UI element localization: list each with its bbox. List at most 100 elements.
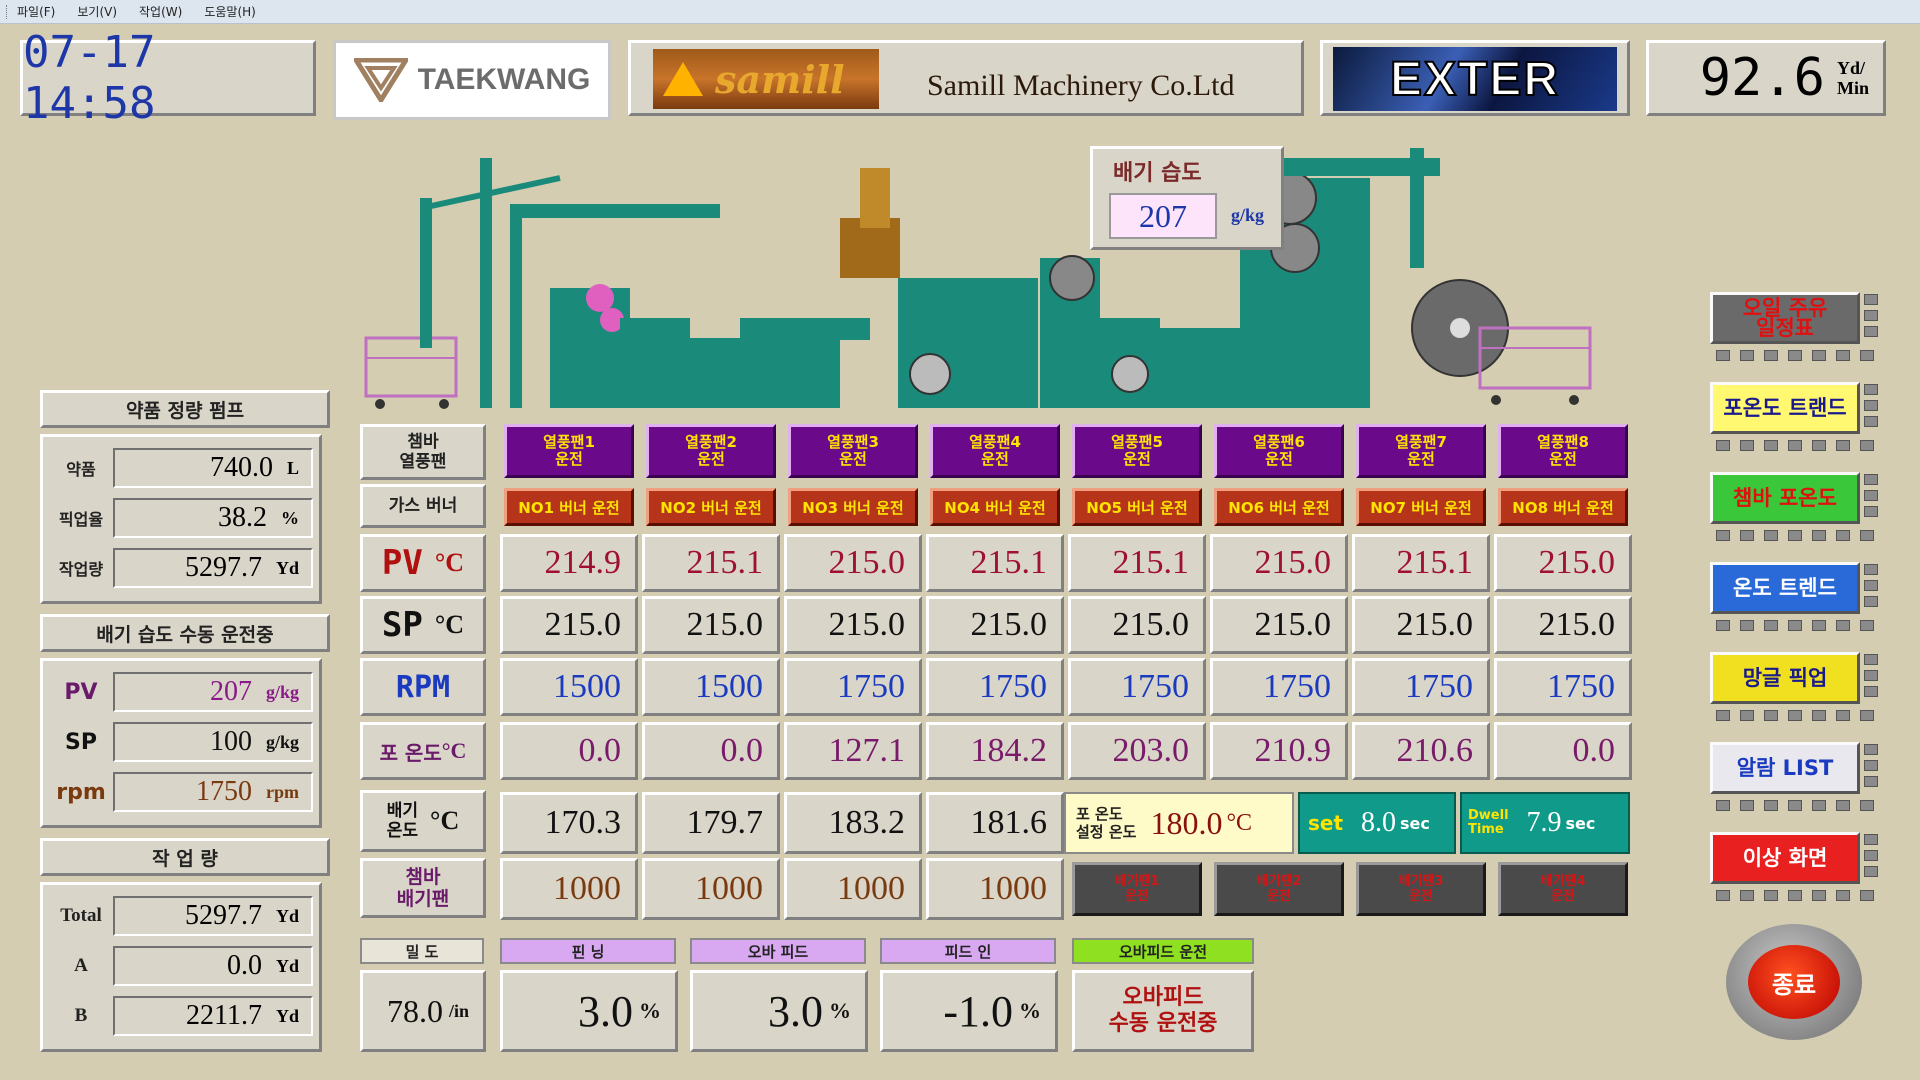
menu-work[interactable]: 작업(W) xyxy=(139,3,182,20)
sp-cell-2[interactable]: 215.0 xyxy=(642,596,780,654)
side-nav-4-7[interactable] xyxy=(1860,620,1874,631)
rpm-cell-6[interactable]: 1750 xyxy=(1210,658,1348,716)
chamber-fan-cell-1[interactable]: 1000 xyxy=(500,858,638,920)
chamber-fan-cell-4[interactable]: 1000 xyxy=(926,858,1064,920)
side-nav-5-5[interactable] xyxy=(1812,710,1826,721)
stop-button[interactable]: 종료 xyxy=(1726,924,1862,1040)
side-nav-5-6[interactable] xyxy=(1836,710,1850,721)
sp-cell-6[interactable]: 215.0 xyxy=(1210,596,1348,654)
side-nav-1-2[interactable] xyxy=(1740,350,1754,361)
side-nav-4-6[interactable] xyxy=(1836,620,1850,631)
rpm-cell-4[interactable]: 1750 xyxy=(926,658,1064,716)
side-nav-1-7[interactable] xyxy=(1860,350,1874,361)
side-nav-3-7[interactable] xyxy=(1860,530,1874,541)
chamber-fan-button-4[interactable]: 배기팬4 운전 xyxy=(1498,862,1628,916)
side-nav-3-3[interactable] xyxy=(1764,530,1778,541)
chamber-fan-cell-2[interactable]: 1000 xyxy=(642,858,780,920)
fan-button-7[interactable]: 열풍팬7 운전 xyxy=(1356,424,1486,478)
rpm-cell-5[interactable]: 1750 xyxy=(1068,658,1206,716)
side-nav-2-1[interactable] xyxy=(1716,440,1730,451)
set-time-value[interactable]: 8.0 xyxy=(1361,807,1396,839)
side-button-4[interactable]: 온도 트렌드 xyxy=(1710,562,1860,614)
rpm-cell-3[interactable]: 1750 xyxy=(784,658,922,716)
humidity-sp-box[interactable]: 100 g/kg xyxy=(113,722,313,762)
menu-help[interactable]: 도움말(H) xyxy=(204,3,256,20)
side-button-5[interactable]: 망글 픽업 xyxy=(1710,652,1860,704)
fan-button-2[interactable]: 열풍팬2 운전 xyxy=(646,424,776,478)
sp-cell-1[interactable]: 215.0 xyxy=(500,596,638,654)
side-nav-5-3[interactable] xyxy=(1764,710,1778,721)
burner-button-4[interactable]: NO4 버너 운전 xyxy=(930,488,1060,526)
sp-cell-8[interactable]: 215.0 xyxy=(1494,596,1632,654)
side-nav-7-4[interactable] xyxy=(1788,890,1802,901)
side-nav-2-4[interactable] xyxy=(1788,440,1802,451)
fabric-setpoint-value[interactable]: 180.0 xyxy=(1150,805,1222,842)
side-nav-2-7[interactable] xyxy=(1860,440,1874,451)
side-nav-6-7[interactable] xyxy=(1860,800,1874,811)
side-nav-6-3[interactable] xyxy=(1764,800,1778,811)
side-nav-1-3[interactable] xyxy=(1764,350,1778,361)
side-nav-1-1[interactable] xyxy=(1716,350,1730,361)
fan-button-1[interactable]: 열풍팬1 운전 xyxy=(504,424,634,478)
sp-cell-7[interactable]: 215.0 xyxy=(1352,596,1490,654)
burner-button-6[interactable]: NO6 버너 운전 xyxy=(1214,488,1344,526)
side-nav-5-2[interactable] xyxy=(1740,710,1754,721)
side-button-7[interactable]: 이상 화면 xyxy=(1710,832,1860,884)
side-button-6[interactable]: 알람 LIST xyxy=(1710,742,1860,794)
overfeed-manual-panel[interactable]: 오바피드 수동 운전중 xyxy=(1072,970,1254,1052)
fan-button-3[interactable]: 열풍팬3 운전 xyxy=(788,424,918,478)
side-nav-6-5[interactable] xyxy=(1812,800,1826,811)
burner-button-3[interactable]: NO3 버너 운전 xyxy=(788,488,918,526)
side-nav-7-1[interactable] xyxy=(1716,890,1730,901)
humidity-rpm-box[interactable]: 1750 rpm xyxy=(113,772,313,812)
fan-button-4[interactable]: 열풍팬4 운전 xyxy=(930,424,1060,478)
side-button-3[interactable]: 챔바 포온도 xyxy=(1710,472,1860,524)
side-nav-6-4[interactable] xyxy=(1788,800,1802,811)
side-nav-1-5[interactable] xyxy=(1812,350,1826,361)
side-nav-2-6[interactable] xyxy=(1836,440,1850,451)
side-nav-6-2[interactable] xyxy=(1740,800,1754,811)
side-nav-6-6[interactable] xyxy=(1836,800,1850,811)
sp-cell-3[interactable]: 215.0 xyxy=(784,596,922,654)
feedin-value[interactable]: -1.0 xyxy=(943,986,1013,1037)
side-nav-4-2[interactable] xyxy=(1740,620,1754,631)
side-nav-5-7[interactable] xyxy=(1860,710,1874,721)
side-button-2[interactable]: 포온도 트랜드 xyxy=(1710,382,1860,434)
chamber-fan-button-1[interactable]: 배기팬1 운전 xyxy=(1072,862,1202,916)
pinning-value[interactable]: 3.0 xyxy=(578,986,633,1037)
side-nav-4-5[interactable] xyxy=(1812,620,1826,631)
rpm-cell-7[interactable]: 1750 xyxy=(1352,658,1490,716)
side-nav-3-4[interactable] xyxy=(1788,530,1802,541)
burner-button-7[interactable]: NO7 버너 운전 xyxy=(1356,488,1486,526)
chamber-fan-cell-3[interactable]: 1000 xyxy=(784,858,922,920)
rpm-cell-2[interactable]: 1500 xyxy=(642,658,780,716)
side-nav-1-6[interactable] xyxy=(1836,350,1850,361)
side-nav-4-1[interactable] xyxy=(1716,620,1730,631)
fan-button-5[interactable]: 열풍팬5 운전 xyxy=(1072,424,1202,478)
sp-cell-4[interactable]: 215.0 xyxy=(926,596,1064,654)
rpm-cell-8[interactable]: 1750 xyxy=(1494,658,1632,716)
side-nav-3-5[interactable] xyxy=(1812,530,1826,541)
side-nav-3-2[interactable] xyxy=(1740,530,1754,541)
side-nav-5-4[interactable] xyxy=(1788,710,1802,721)
side-nav-7-2[interactable] xyxy=(1740,890,1754,901)
side-nav-1-4[interactable] xyxy=(1788,350,1802,361)
side-nav-3-1[interactable] xyxy=(1716,530,1730,541)
side-nav-4-3[interactable] xyxy=(1764,620,1778,631)
side-nav-4-4[interactable] xyxy=(1788,620,1802,631)
burner-button-2[interactable]: NO2 버너 운전 xyxy=(646,488,776,526)
side-button-1[interactable]: 오일 주유 일정표 xyxy=(1710,292,1860,344)
sp-cell-5[interactable]: 215.0 xyxy=(1068,596,1206,654)
chamber-fan-button-2[interactable]: 배기팬2 운전 xyxy=(1214,862,1344,916)
side-nav-2-2[interactable] xyxy=(1740,440,1754,451)
menu-file[interactable]: 파일(F) xyxy=(17,3,55,20)
side-nav-7-5[interactable] xyxy=(1812,890,1826,901)
side-nav-7-3[interactable] xyxy=(1764,890,1778,901)
side-nav-5-1[interactable] xyxy=(1716,710,1730,721)
fan-button-6[interactable]: 열풍팬6 운전 xyxy=(1214,424,1344,478)
side-nav-7-6[interactable] xyxy=(1836,890,1850,901)
menu-view[interactable]: 보기(V) xyxy=(77,3,117,20)
side-nav-3-6[interactable] xyxy=(1836,530,1850,541)
burner-button-8[interactable]: NO8 버너 운전 xyxy=(1498,488,1628,526)
burner-button-5[interactable]: NO5 버너 운전 xyxy=(1072,488,1202,526)
